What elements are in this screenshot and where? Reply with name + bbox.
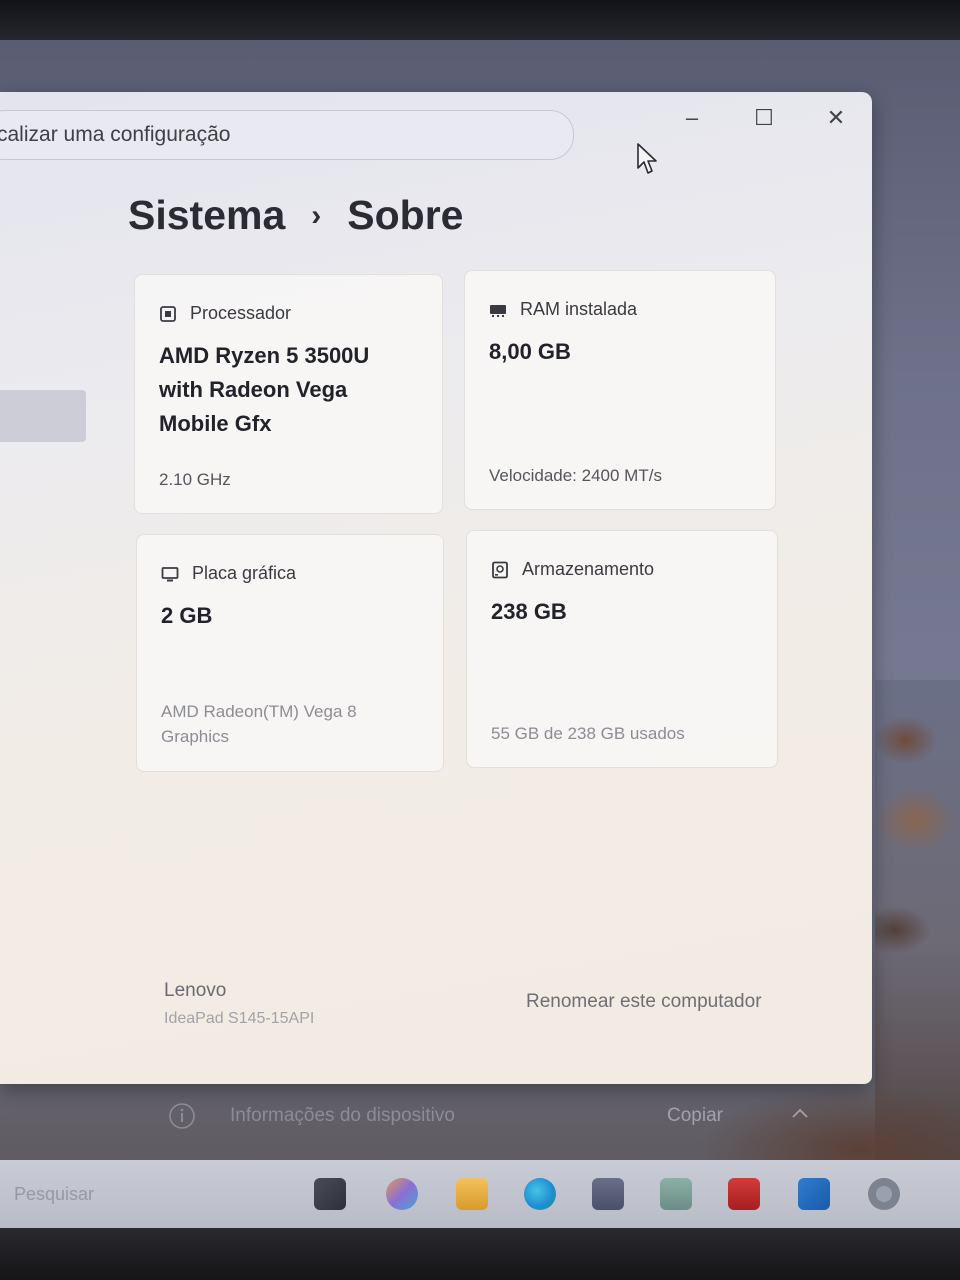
- taskbar-search-box[interactable]: Pesquisar: [14, 1184, 94, 1205]
- device-model: IdeaPad S145-15API: [164, 1010, 315, 1027]
- settings-search-input[interactable]: [0, 123, 517, 147]
- close-button[interactable]: ✕: [800, 92, 872, 144]
- settings-search-box[interactable]: [0, 110, 574, 160]
- window-controls: – ☐ ✕: [656, 92, 872, 144]
- memory-icon: [490, 304, 506, 317]
- storage-usage: 55 GB de 238 GB usados: [491, 724, 685, 743]
- processor-card: Processador AMD Ryzen 5 3500U with Radeo…: [134, 274, 443, 514]
- storage-card-header: Armazenamento: [491, 559, 654, 580]
- sidebar-item-selected[interactable]: [0, 390, 86, 442]
- processor-label: Processador: [190, 303, 292, 323]
- ram-card-header: RAM instalada: [489, 299, 637, 320]
- graphics-model: AMD Radeon(TM) Vega 8 Graphics: [161, 702, 357, 746]
- device-info-label: Informações do dispositivo: [230, 1105, 455, 1126]
- processor-card-header: Processador: [159, 303, 291, 324]
- graphics-card-header: Placa gráfica: [161, 563, 296, 584]
- breadcrumb-separator: ›: [311, 198, 322, 232]
- copilot-icon[interactable]: [386, 1178, 418, 1210]
- ram-speed: Velocidade: 2400 MT/s: [489, 466, 662, 485]
- settings-window: – ☐ ✕ Sistema › Sobre Processador AMD Ry…: [0, 92, 872, 1129]
- breadcrumb: Sistema › Sobre: [128, 192, 463, 239]
- storage-label: Armazenamento: [522, 559, 655, 579]
- file-explorer-icon[interactable]: [456, 1178, 488, 1210]
- processor-chip-icon: [160, 305, 176, 322]
- ram-value: 8,00 GB: [489, 339, 571, 364]
- info-icon: [169, 1103, 195, 1129]
- ram-card: RAM instalada 8,00 GB Velocidade: 2400 M…: [464, 270, 776, 510]
- storage-card: Armazenamento 238 GB 55 GB de 238 GB usa…: [466, 530, 778, 768]
- processor-value: AMD Ryzen 5 3500U with Radeon Vega Mobil…: [159, 343, 370, 436]
- device-brand: Lenovo: [164, 980, 227, 1001]
- storage-value: 238 GB: [491, 599, 567, 624]
- ram-label: RAM instalada: [520, 299, 638, 319]
- lenovo-vantage-icon[interactable]: [314, 1178, 346, 1210]
- minimize-button[interactable]: –: [656, 92, 728, 144]
- breadcrumb-parent[interactable]: Sistema: [128, 192, 285, 239]
- storage-drive-icon: [492, 561, 508, 578]
- store-icon[interactable]: [592, 1178, 624, 1210]
- processor-speed: 2.10 GHz: [159, 470, 231, 489]
- graphics-label: Placa gráfica: [192, 563, 297, 583]
- edge-icon[interactable]: [524, 1178, 556, 1210]
- mouse-cursor-icon: [637, 143, 657, 174]
- screen-bezel-bottom: [0, 1228, 960, 1280]
- graphics-value: 2 GB: [161, 603, 213, 628]
- page-title: Sobre: [347, 192, 464, 238]
- rename-computer-button[interactable]: Renomear este computador: [526, 991, 762, 1013]
- taskbar: Pesquisar: [0, 1160, 960, 1228]
- settings-gear-icon[interactable]: [868, 1178, 900, 1210]
- maximize-button[interactable]: ☐: [728, 92, 800, 144]
- monitor-icon: [161, 566, 179, 581]
- copy-button[interactable]: Copiar: [667, 1105, 723, 1127]
- device-info-row[interactable]: Informações do dispositivo Copiar: [0, 1092, 872, 1142]
- chevron-up-icon[interactable]: [790, 1106, 810, 1120]
- lenovo-app-icon[interactable]: [660, 1178, 692, 1210]
- graphics-card: Placa gráfica 2 GB AMD Radeon(TM) Vega 8…: [136, 534, 444, 772]
- screen-bezel-top: [0, 0, 960, 40]
- mcafee-icon[interactable]: [728, 1178, 760, 1210]
- outlook-icon[interactable]: [798, 1178, 830, 1210]
